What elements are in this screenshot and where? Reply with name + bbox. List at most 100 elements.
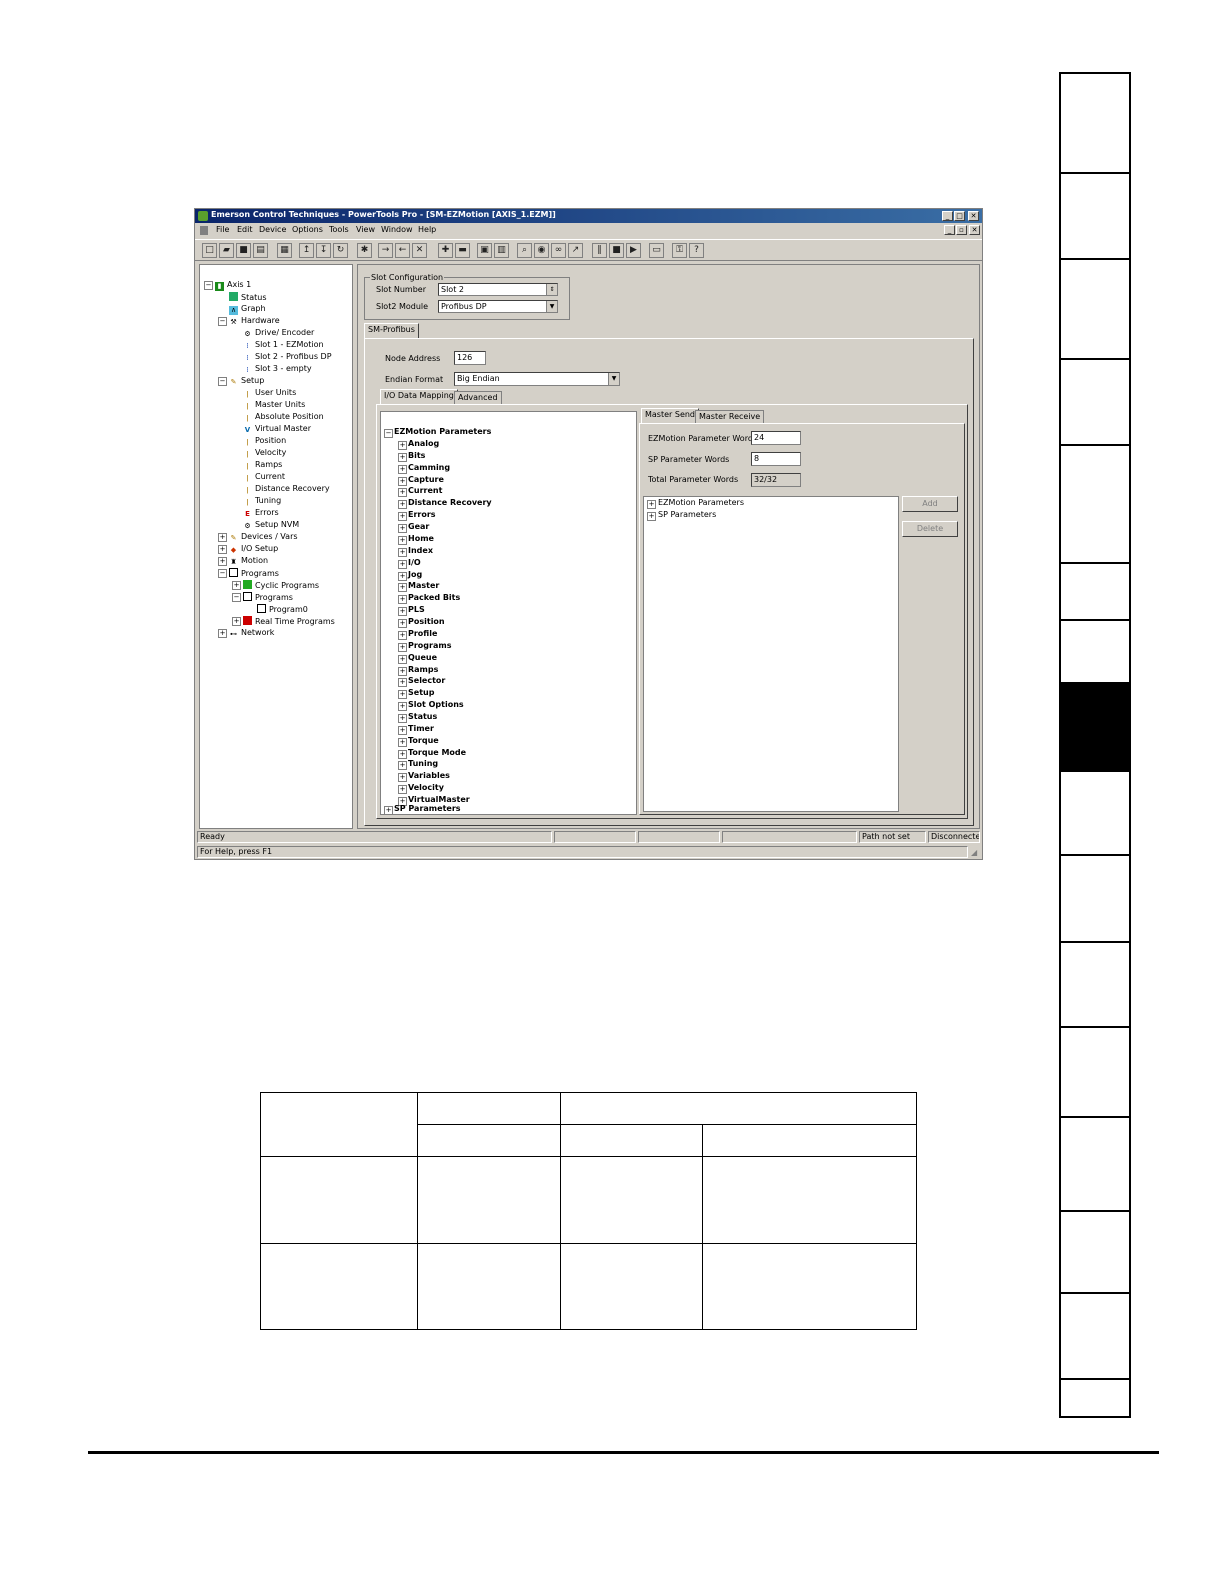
tab-sm-profibus[interactable]: SM-Profibus <box>364 323 419 339</box>
tree-item-program0[interactable]: Program0 <box>257 604 308 615</box>
expand-icon[interactable]: + <box>398 595 407 605</box>
tree-item-master-units[interactable]: ǀ Master Units <box>243 400 305 411</box>
collapse-icon[interactable]: − <box>218 569 227 578</box>
expand-icon[interactable]: + <box>398 630 407 640</box>
param-item[interactable]: Variables <box>408 771 450 781</box>
param-item[interactable]: Queue <box>408 653 437 663</box>
param-item[interactable]: Master <box>408 581 439 591</box>
add-program-icon[interactable]: ✚ <box>438 243 453 258</box>
expand-icon[interactable]: + <box>218 557 227 566</box>
expand-icon[interactable]: + <box>398 654 407 664</box>
expand-icon[interactable]: + <box>398 678 407 688</box>
pause-icon[interactable]: ‖ <box>592 243 607 258</box>
remove-icon[interactable]: ← <box>395 243 410 258</box>
endian-format-select[interactable]: Big Endian ▼ <box>454 372 620 386</box>
mdi-minimize-button[interactable]: _ <box>944 225 955 235</box>
expand-icon[interactable]: + <box>398 512 407 522</box>
download-icon[interactable]: ↧ <box>316 243 331 258</box>
slot-module-select[interactable]: Profibus DP ▼ <box>438 300 558 313</box>
param-item[interactable]: Timer <box>408 724 434 734</box>
expand-icon[interactable]: + <box>398 441 407 450</box>
expand-icon[interactable]: + <box>398 464 407 474</box>
delete-button[interactable]: Delete <box>902 521 958 537</box>
resize-grip-icon[interactable]: ◢ <box>971 848 977 857</box>
maximize-button[interactable]: □ <box>954 211 965 221</box>
menu-tools[interactable]: Tools <box>329 225 349 234</box>
tree-item-distance-recovery[interactable]: ǀ Distance Recovery <box>243 484 329 495</box>
tab-advanced[interactable]: Advanced <box>454 391 502 405</box>
expand-icon[interactable]: + <box>398 714 407 723</box>
expand-icon[interactable]: + <box>398 571 407 581</box>
param-item[interactable]: Analog <box>408 439 439 449</box>
spinner-arrows-icon[interactable]: ⇕ <box>546 284 557 295</box>
expand-icon[interactable]: + <box>398 583 407 593</box>
mdi-close-button[interactable]: ✕ <box>969 225 980 235</box>
tab-io-data-mapping[interactable]: I/O Data Mapping <box>380 389 458 405</box>
tree-item-velocity[interactable]: ǀ Velocity <box>243 448 286 459</box>
chevron-down-icon[interactable]: ▼ <box>608 373 619 385</box>
key-icon[interactable]: ⚿ <box>672 243 687 258</box>
tree-item-current[interactable]: ǀ Current <box>243 472 285 483</box>
param-item[interactable]: Ramps <box>408 665 438 675</box>
param-item[interactable]: Packed Bits <box>408 593 460 603</box>
tree-item-network[interactable]: ⊷ Network <box>229 628 274 639</box>
tree-item-slot1[interactable]: ⁞ Slot 1 - EZMotion <box>243 340 323 351</box>
expand-icon[interactable]: + <box>398 785 407 795</box>
expand-icon[interactable]: + <box>398 500 407 510</box>
tree-axis-root[interactable]: ▮ Axis 1 <box>215 280 251 291</box>
refresh-icon[interactable]: ↻ <box>333 243 348 258</box>
tree-item-io-setup[interactable]: ◆ I/O Setup <box>229 544 278 555</box>
menu-help[interactable]: Help <box>418 225 436 234</box>
expand-icon[interactable]: + <box>398 452 407 462</box>
param-root-sp[interactable]: SP Parameters <box>394 804 461 814</box>
mapped-ezmotion-parameters[interactable]: EZMotion Parameters <box>658 498 744 508</box>
minimize-button[interactable]: _ <box>942 211 953 221</box>
tab-master-send[interactable]: Master Send <box>641 408 700 424</box>
param-root-ezmotion[interactable]: EZMotion Parameters <box>394 427 491 437</box>
skip-icon[interactable]: ▶ <box>626 243 641 258</box>
expand-icon[interactable]: + <box>398 607 407 617</box>
tree-item-slot2[interactable]: ⁞ Slot 2 - Profibus DP <box>243 352 331 363</box>
tree-item-position[interactable]: ǀ Position <box>243 436 286 447</box>
expand-icon[interactable]: + <box>398 642 407 652</box>
param-item[interactable]: Errors <box>408 510 436 520</box>
tree-item-devices-vars[interactable]: ✎ Devices / Vars <box>229 532 298 543</box>
expand-icon[interactable]: + <box>398 690 407 700</box>
tree-item-programs-sub[interactable]: Programs <box>243 592 293 603</box>
tab-master-receive[interactable]: Master Receive <box>695 410 765 424</box>
collapse-icon[interactable]: − <box>384 429 393 438</box>
tree-item-ramps[interactable]: ǀ Ramps <box>243 460 282 471</box>
new-file-icon[interactable]: □ <box>202 243 217 258</box>
expand-icon[interactable]: + <box>398 559 407 569</box>
chevron-down-icon[interactable]: ▼ <box>546 301 557 312</box>
tree-item-user-units[interactable]: ǀ User Units <box>243 388 296 399</box>
go-icon[interactable]: ∞ <box>551 243 566 258</box>
sp-words-input[interactable]: 8 <box>751 452 801 466</box>
param-item[interactable]: Status <box>408 712 437 722</box>
tree-item-virtual-master[interactable]: V Virtual Master <box>243 424 311 435</box>
tree-item-hardware[interactable]: ⚒ Hardware <box>229 316 279 327</box>
expand-icon[interactable]: + <box>218 545 227 554</box>
slot-number-spinner[interactable]: Slot 2 ⇕ <box>438 283 558 296</box>
connect-icon[interactable]: ✱ <box>357 243 372 258</box>
expand-icon[interactable]: + <box>398 737 407 747</box>
expand-icon[interactable]: + <box>398 761 407 771</box>
add-button[interactable]: Add <box>902 496 958 512</box>
ezmotion-words-input[interactable]: 24 <box>751 431 801 445</box>
param-item[interactable]: Current <box>408 486 442 496</box>
param-item[interactable]: Velocity <box>408 783 444 793</box>
tree-item-graph[interactable]: ∧ Graph <box>229 304 266 315</box>
param-item[interactable]: Position <box>408 617 445 627</box>
param-item[interactable]: I/O <box>408 558 421 568</box>
window-icon[interactable]: ▭ <box>649 243 664 258</box>
expand-icon[interactable]: + <box>398 524 407 534</box>
expand-icon[interactable]: + <box>398 666 407 676</box>
expand-icon[interactable]: + <box>398 488 407 498</box>
tree-item-drive-encoder[interactable]: ⚙ Drive/ Encoder <box>243 328 314 339</box>
menu-edit[interactable]: Edit <box>237 225 253 234</box>
watch-icon[interactable]: ◉ <box>534 243 549 258</box>
expand-icon[interactable]: + <box>218 533 227 542</box>
properties-icon[interactable]: ▣ <box>477 243 492 258</box>
collapse-icon[interactable]: − <box>204 281 213 290</box>
param-item[interactable]: Capture <box>408 475 444 485</box>
